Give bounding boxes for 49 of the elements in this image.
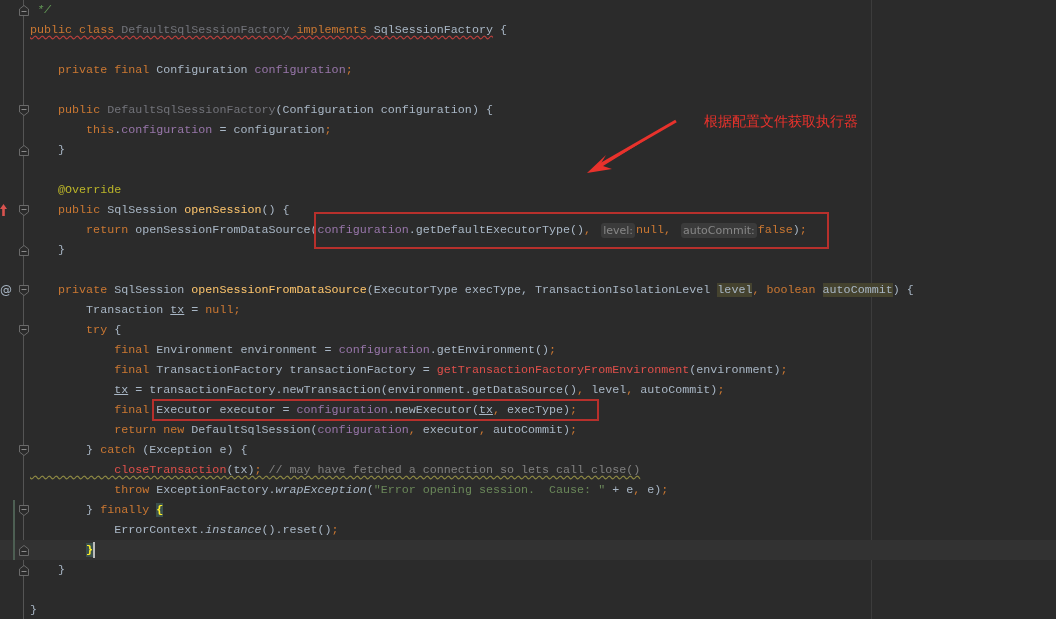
code-text: } [57, 563, 66, 577]
change-marker[interactable] [13, 540, 15, 560]
code-text: Executor executor = configuration.newExecutor(tx, execType); [156, 403, 578, 417]
fold-icon[interactable] [18, 444, 29, 456]
code-text: return new DefaultSqlSession(configuration, executor, autoCommit); [113, 423, 578, 437]
code-text: private SqlSession openSessionFromDataSource(ExecutorType execType, TransactionIsolationLevel level, boolean autoCommit) { [57, 283, 914, 297]
up-arrow-icon[interactable] [0, 204, 7, 216]
code-text: public SqlSession openSession() { [57, 203, 290, 217]
fold-icon[interactable] [18, 4, 29, 16]
code-text: final [113, 403, 151, 417]
fold-icon[interactable] [18, 284, 29, 296]
code-text: public DefaultSqlSessionFactory(Configuration configuration) { [57, 103, 493, 117]
code-text: ErrorContext.instance().reset(); [113, 523, 339, 537]
code-text: public class DefaultSqlSessionFactory implements SqlSessionFactory { [30, 23, 507, 37]
fold-icon[interactable] [18, 324, 29, 336]
code-text: } catch (Exception e) { [85, 443, 248, 457]
code-text: final TransactionFactory transactionFactory = getTransactionFactoryFromEnvironment(environment); [113, 363, 788, 377]
gutter-marker[interactable]: @ [0, 283, 12, 297]
code-text: @Override [57, 183, 122, 197]
fold-icon[interactable] [18, 244, 29, 256]
fold-icon[interactable] [18, 544, 29, 556]
parameter-hint: autoCommit: [681, 222, 757, 238]
code-text: tx = transactionFactory.newTransaction(environment.getDataSource(), level, autoCommit); [113, 383, 725, 397]
code-text: } [57, 243, 66, 257]
code-text: this.configuration = configuration; [85, 123, 332, 137]
code-text: configuration.getDefaultExecutorType(), [317, 223, 592, 237]
change-marker[interactable] [13, 500, 15, 520]
code-text: null, [636, 223, 672, 237]
code-text: Transaction tx = null; [85, 303, 241, 317]
code-text: throw ExceptionFactory.wrapException("Error opening session. Cause: " + e, e); [113, 483, 669, 497]
fold-icon[interactable] [18, 504, 29, 516]
fold-icon[interactable] [18, 204, 29, 216]
code-text: private final Configuration configuration; [57, 63, 353, 77]
fold-icon[interactable] [18, 144, 29, 156]
change-marker[interactable] [13, 520, 15, 540]
code-text: } finally { [85, 503, 164, 517]
callout-text: 根据配置文件获取执行器 [704, 113, 858, 131]
code-text: } [85, 543, 94, 557]
code-text: */ [36, 3, 52, 17]
code-text: closeTransaction(tx); // may have fetched a connection so lets call close() [113, 463, 641, 477]
code-text: false); [757, 223, 807, 237]
parameter-hint: level: [601, 222, 635, 238]
code-text: final Environment environment = configuration.getEnvironment(); [113, 343, 557, 357]
text-cursor [93, 542, 96, 558]
fold-icon[interactable] [18, 104, 29, 116]
code-text: } [57, 143, 66, 157]
code-text: try { [85, 323, 122, 337]
code-text: } [30, 603, 37, 617]
fold-icon[interactable] [18, 564, 29, 576]
